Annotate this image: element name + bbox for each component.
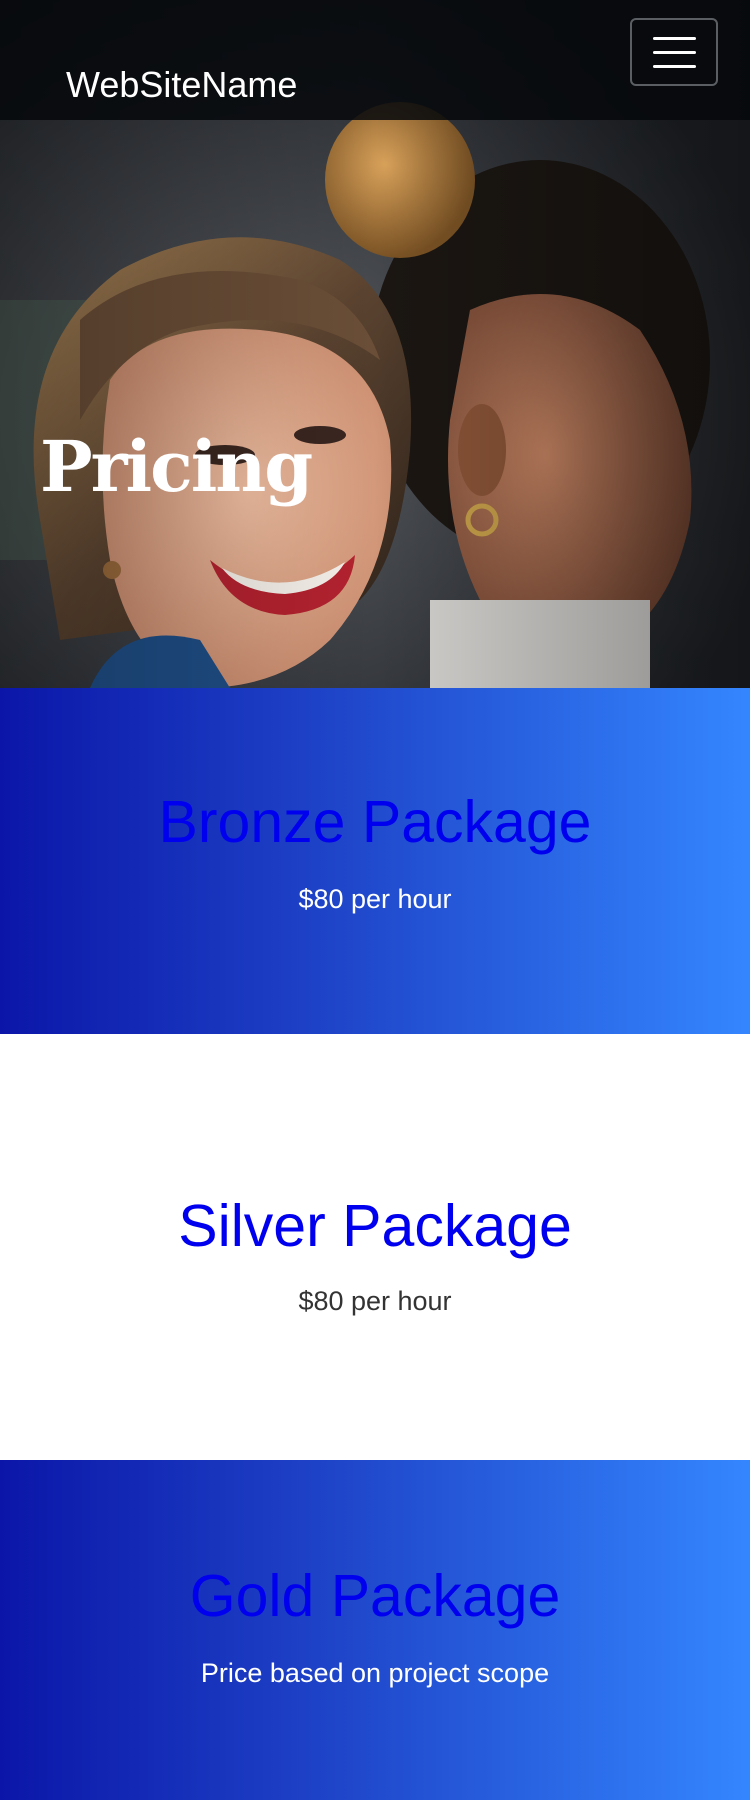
menu-toggle-button[interactable] (630, 18, 718, 86)
hamburger-bar (653, 65, 696, 68)
package-silver: Silver Package $80 per hour (0, 1034, 750, 1460)
package-bronze: Bronze Package $80 per hour (0, 688, 750, 1034)
package-name: Silver Package (178, 1193, 572, 1259)
site-brand-link[interactable]: WebSiteName (66, 63, 297, 107)
package-name: Gold Package (189, 1563, 561, 1629)
package-price: $80 per hour (298, 1286, 452, 1316)
package-gold: Gold Package Price based on project scop… (0, 1460, 750, 1800)
hero-section: WebSiteName Pricing (0, 0, 750, 688)
pricing-page: WebSiteName Pricing Bronze Package $80 p… (0, 0, 750, 1800)
hamburger-menu-icon (653, 37, 696, 40)
package-price: Price based on project scope (200, 1658, 550, 1688)
package-name: Bronze Package (158, 789, 592, 855)
page-title: Pricing (40, 425, 313, 508)
top-navbar: WebSiteName (0, 0, 750, 120)
package-price: $80 per hour (298, 884, 452, 914)
hamburger-bar (653, 51, 696, 54)
